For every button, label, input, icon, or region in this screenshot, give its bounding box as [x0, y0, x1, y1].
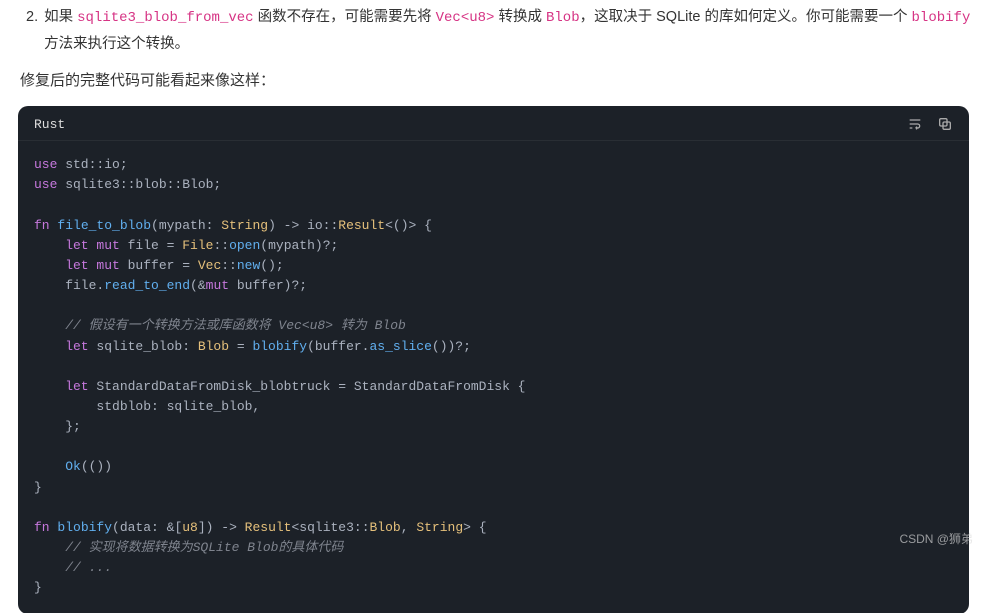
token: (buffer. — [307, 339, 369, 354]
token-comment: // 假设有一个转换方法或库函数将 Vec<u8> 转为 Blob — [34, 318, 406, 333]
token: , — [401, 520, 417, 535]
token: stdblob: sqlite_blob, — [34, 399, 260, 414]
token-fn: blobify — [50, 520, 112, 535]
token-type: Vec — [198, 258, 221, 273]
token: }; — [34, 419, 81, 434]
token-type: Blob — [370, 520, 401, 535]
token: (data: &[ — [112, 520, 182, 535]
token: file = — [120, 238, 182, 253]
token-type: Blob — [198, 339, 229, 354]
token: buffer)?; — [229, 278, 307, 293]
token: } — [34, 580, 42, 595]
token: (& — [190, 278, 206, 293]
token-keyword: fn — [34, 218, 50, 233]
copy-icon[interactable] — [937, 116, 953, 132]
token-fn: open — [229, 238, 260, 253]
token-keyword: use — [34, 177, 57, 192]
code-header: Rust — [18, 106, 969, 141]
token-type: u8 — [182, 520, 198, 535]
token: (()) — [81, 459, 112, 474]
token: sqlite_blob: — [89, 339, 198, 354]
token-keyword: let — [34, 258, 89, 273]
list-text: 如果 sqlite3_blob_from_vec 函数不存在，可能需要先将 Ve… — [44, 4, 971, 57]
token-keyword: use — [34, 157, 57, 172]
token: <()> { — [385, 218, 432, 233]
text-fragment: 方法来执行这个转换。 — [44, 36, 189, 52]
token: std::io; — [57, 157, 127, 172]
token-keyword: let — [34, 339, 89, 354]
token: (); — [260, 258, 283, 273]
code-language-label: Rust — [34, 117, 65, 132]
token: } — [34, 480, 42, 495]
text-fragment: 函数不存在，可能需要先将 — [254, 9, 436, 25]
inline-code: Blob — [546, 10, 580, 26]
token-type: String — [221, 218, 268, 233]
token: ) -> io:: — [268, 218, 338, 233]
token: StandardDataFromDisk_blobtruck = Standar… — [89, 379, 526, 394]
token: :: — [213, 238, 229, 253]
token-fn: as_slice — [369, 339, 431, 354]
token-keyword: mut — [89, 238, 120, 253]
token: file. — [34, 278, 104, 293]
token: buffer = — [120, 258, 198, 273]
token-type: String — [416, 520, 463, 535]
token-keyword: let — [34, 379, 89, 394]
token-comment: // ... — [34, 560, 112, 575]
token-fn: file_to_blob — [50, 218, 151, 233]
wrap-icon[interactable] — [907, 116, 923, 132]
token: ]) -> — [198, 520, 245, 535]
code-actions — [907, 116, 953, 132]
token-fn: Ok — [34, 459, 81, 474]
token: (mypath: — [151, 218, 221, 233]
code-block: Rust use std::io; use sqlite3::blob::Blo… — [18, 106, 969, 613]
text-fragment: ，这取决于 SQLite 的库如何定义。你可能需要一个 — [580, 9, 912, 25]
token: ())?; — [432, 339, 471, 354]
token-fn: blobify — [252, 339, 307, 354]
token: sqlite3::blob::Blob; — [57, 177, 221, 192]
token: > { — [463, 520, 486, 535]
token: = — [229, 339, 252, 354]
token-keyword: fn — [34, 520, 50, 535]
token: <sqlite3:: — [291, 520, 369, 535]
code-content[interactable]: use std::io; use sqlite3::blob::Blob; fn… — [18, 141, 969, 613]
inline-code: blobify — [912, 10, 971, 26]
token: :: — [221, 258, 237, 273]
ordered-list-item: 2. 如果 sqlite3_blob_from_vec 函数不存在，可能需要先将… — [16, 0, 971, 61]
paragraph: 修复后的完整代码可能看起来像这样： — [16, 61, 971, 100]
token-keyword: mut — [206, 278, 229, 293]
token: (mypath)?; — [260, 238, 338, 253]
list-number: 2. — [26, 4, 38, 57]
token-type: File — [182, 238, 213, 253]
token-fn: read_to_end — [104, 278, 190, 293]
token-keyword: let — [34, 238, 89, 253]
inline-code: sqlite3_blob_from_vec — [77, 10, 253, 26]
token-fn: new — [237, 258, 260, 273]
watermark: CSDN @狮弟 — [899, 530, 973, 547]
article-content: 2. 如果 sqlite3_blob_from_vec 函数不存在，可能需要先将… — [0, 0, 987, 613]
token-type: Result — [245, 520, 292, 535]
inline-code: Vec<u8> — [436, 10, 495, 26]
token-type: Result — [338, 218, 385, 233]
text-fragment: 转换成 — [494, 9, 546, 25]
token-keyword: mut — [89, 258, 120, 273]
text-fragment: 如果 — [44, 9, 77, 25]
